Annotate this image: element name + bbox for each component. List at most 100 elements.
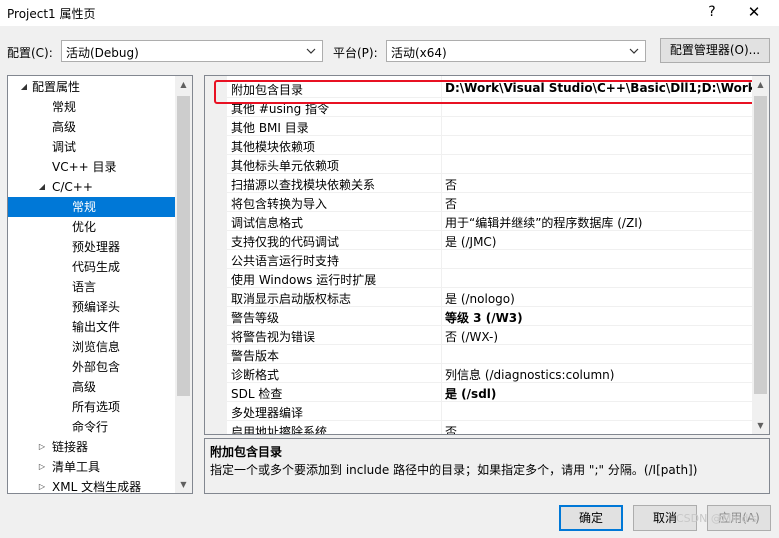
tree-item[interactable]: 优化 xyxy=(8,217,176,237)
tree-item-label: VC++ 目录 xyxy=(52,160,117,174)
tree-item[interactable]: ▷ 清单工具 xyxy=(8,457,176,477)
property-value: 等级 3 (/W3) xyxy=(445,311,523,325)
tree-item[interactable]: 命令行 xyxy=(8,417,176,437)
property-row[interactable]: 使用 Windows 运行时扩展 xyxy=(227,269,755,288)
tree-item[interactable]: 高级 xyxy=(8,377,176,397)
property-value: 用于“编辑并继续”的程序数据库 (/ZI) xyxy=(445,216,643,230)
property-grid: 附加包含目录 D:\Work\Visual Studio\C++\Basic\Dl… xyxy=(204,75,770,435)
scroll-down-icon[interactable]: ▼ xyxy=(752,417,769,434)
tree-item[interactable]: 输出文件 xyxy=(8,317,176,337)
property-value: 是 (/JMC) xyxy=(445,235,497,249)
description-text: 指定一个或多个要添加到 include 路径中的目录；如果指定多个，请用 ";"… xyxy=(210,463,698,477)
tree-item[interactable]: 高级 xyxy=(8,117,176,137)
property-value: 否 xyxy=(445,425,458,435)
ok-button[interactable]: 确定 xyxy=(559,505,623,531)
property-name: 将警告视为错误 xyxy=(231,330,316,344)
property-row[interactable]: 诊断格式 列信息 (/diagnostics:column) xyxy=(227,364,755,383)
tree-item-label: 浏览信息 xyxy=(72,340,121,354)
property-row[interactable]: 调试信息格式 用于“编辑并继续”的程序数据库 (/ZI) xyxy=(227,212,755,231)
property-name: 其他标头单元依赖项 xyxy=(231,159,340,173)
tree-item-label: 常规 xyxy=(52,100,77,114)
tree-item[interactable]: ◢ C/C++ xyxy=(8,177,176,197)
property-value: 否 (/WX-) xyxy=(445,330,499,344)
chevron-down-icon xyxy=(306,48,316,54)
tree-item[interactable]: 调试 xyxy=(8,137,176,157)
tree-item-label: XML 文档生成器 xyxy=(52,480,142,494)
property-row[interactable]: 扫描源以查找模块依赖关系 否 xyxy=(227,174,755,193)
tree-item[interactable]: 预编译头 xyxy=(8,297,176,317)
config-value: 活动(Debug) xyxy=(66,46,139,60)
tree-item[interactable]: 常规 xyxy=(8,97,176,117)
help-icon[interactable]: ? xyxy=(702,2,722,22)
config-label: 配置(C): xyxy=(7,46,53,60)
property-name: 调试信息格式 xyxy=(231,216,304,230)
property-value: 否 xyxy=(445,178,458,192)
property-name: 扫描源以查找模块依赖关系 xyxy=(231,178,376,192)
tree-item[interactable]: 外部包含 xyxy=(8,357,176,377)
platform-label: 平台(P): xyxy=(333,46,378,60)
close-icon[interactable]: ✕ xyxy=(744,2,764,22)
property-name: 警告版本 xyxy=(231,349,280,363)
scroll-thumb[interactable] xyxy=(754,96,767,394)
property-name: 警告等级 xyxy=(231,311,280,325)
window-title: Project1 属性页 xyxy=(7,7,96,21)
scroll-up-icon[interactable]: ▲ xyxy=(175,76,192,93)
platform-dropdown[interactable]: 活动(x64) xyxy=(386,40,646,62)
property-row[interactable]: 将包含转换为导入 否 xyxy=(227,193,755,212)
tree-item[interactable]: 代码生成 xyxy=(8,257,176,277)
tree-item[interactable]: VC++ 目录 xyxy=(8,157,176,177)
tree-item-label: 常规 xyxy=(72,200,97,214)
scroll-thumb[interactable] xyxy=(177,96,190,396)
tree-item-label: 代码生成 xyxy=(72,260,121,274)
red-highlight-box xyxy=(214,80,756,104)
tree-item[interactable]: 所有选项 xyxy=(8,397,176,417)
property-row[interactable]: 警告等级 等级 3 (/W3) xyxy=(227,307,755,326)
expanded-arrow-icon[interactable]: ◢ xyxy=(36,177,48,197)
property-row[interactable]: 多处理器编译 xyxy=(227,402,755,421)
tree-item[interactable]: ▷ 链接器 xyxy=(8,437,176,457)
property-row[interactable]: 其他模块依赖项 xyxy=(227,136,755,155)
grid-scrollbar[interactable]: ▲ ▼ xyxy=(752,76,769,434)
tree-item-label: 预编译头 xyxy=(72,300,121,314)
tree-item-label: 语言 xyxy=(72,280,97,294)
property-value: 是 (/nologo) xyxy=(445,292,515,306)
property-row[interactable]: 其他标头单元依赖项 xyxy=(227,155,755,174)
tree-item[interactable]: 语言 xyxy=(8,277,176,297)
scroll-up-icon[interactable]: ▲ xyxy=(752,76,769,93)
column-separator[interactable] xyxy=(441,76,442,434)
tree-item[interactable]: ▷ XML 文档生成器 xyxy=(8,477,176,494)
property-row[interactable]: SDL 检查 是 (/sdl) xyxy=(227,383,755,402)
property-name: 多处理器编译 xyxy=(231,406,304,420)
tree-item[interactable]: 浏览信息 xyxy=(8,337,176,357)
collapsed-arrow-icon[interactable]: ▷ xyxy=(36,437,48,457)
config-manager-button[interactable]: 配置管理器(O)... xyxy=(660,38,770,63)
property-row[interactable]: 取消显示启动版权标志 是 (/nologo) xyxy=(227,288,755,307)
tree-item-label: 链接器 xyxy=(52,440,89,454)
property-name: 其他 BMI 目录 xyxy=(231,121,309,135)
tree-item-label: 高级 xyxy=(52,120,77,134)
platform-value: 活动(x64) xyxy=(391,46,447,60)
tree-item[interactable]: 常规 xyxy=(8,197,176,217)
property-row[interactable]: 将警告视为错误 否 (/WX-) xyxy=(227,326,755,345)
property-row[interactable]: 其他 BMI 目录 xyxy=(227,117,755,136)
collapsed-arrow-icon[interactable]: ▷ xyxy=(36,457,48,477)
tree-item-label: 配置属性 xyxy=(32,80,81,94)
property-row[interactable]: 支持仅我的代码调试 是 (/JMC) xyxy=(227,231,755,250)
collapsed-arrow-icon[interactable]: ▷ xyxy=(36,477,48,493)
property-row[interactable]: 启用地址擦除系统 否 xyxy=(227,421,755,435)
property-value: 列信息 (/diagnostics:column) xyxy=(445,368,615,382)
tree-item[interactable]: ◢ 配置属性 xyxy=(8,77,176,97)
property-value: 否 xyxy=(445,197,458,211)
property-name: 诊断格式 xyxy=(231,368,280,382)
property-name: 启用地址擦除系统 xyxy=(231,425,328,435)
tree-item[interactable]: 预处理器 xyxy=(8,237,176,257)
property-name: 使用 Windows 运行时扩展 xyxy=(231,273,377,287)
config-dropdown[interactable]: 活动(Debug) xyxy=(61,40,323,62)
tree-item-label: 外部包含 xyxy=(72,360,121,374)
property-row[interactable]: 警告版本 xyxy=(227,345,755,364)
title-bar: Project1 属性页 ? ✕ xyxy=(0,0,779,26)
tree-scrollbar[interactable]: ▲ ▼ xyxy=(175,76,192,493)
expanded-arrow-icon[interactable]: ◢ xyxy=(18,77,30,97)
scroll-down-icon[interactable]: ▼ xyxy=(175,476,192,493)
property-row[interactable]: 公共语言运行时支持 xyxy=(227,250,755,269)
